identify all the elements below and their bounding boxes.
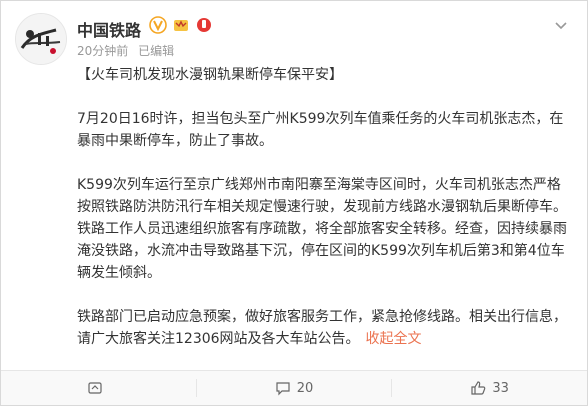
post-meta: 20分钟前 已编辑 xyxy=(77,42,180,59)
post-paragraph-text: 铁路部门已启动应急预案，做好旅客服务工作，紧急抢修线路。相关出行信息，请广大旅客… xyxy=(77,309,567,347)
china-railway-logo xyxy=(16,14,66,64)
like-count: 33 xyxy=(492,380,509,396)
chevron-down-icon[interactable] xyxy=(553,17,569,33)
comment-button[interactable]: 20 xyxy=(197,371,392,405)
post-paragraph: 铁路部门已启动应急预案，做好旅客服务工作，紧急抢修线路。相关出行信息，请广大旅客… xyxy=(77,306,567,350)
thumbs-up-icon xyxy=(471,381,486,395)
post-content: 【火车司机发现水漫钢轨果断停车保平安】 7月20日16时许，担当包头至广州K59… xyxy=(77,64,567,372)
author-badges xyxy=(149,16,213,34)
post-time[interactable]: 20分钟前 xyxy=(77,44,128,58)
vip-crown-icon[interactable] xyxy=(172,16,190,34)
edited-label: 已编辑 xyxy=(138,44,175,58)
repost-icon xyxy=(88,382,102,394)
comment-icon xyxy=(276,382,290,396)
red-badge-icon[interactable] xyxy=(195,16,213,34)
author-name[interactable]: 中国铁路 xyxy=(77,17,141,41)
collapse-link[interactable]: 收起全文 xyxy=(366,331,422,347)
verified-v-icon[interactable] xyxy=(149,16,167,34)
like-button[interactable]: 33 xyxy=(392,371,587,405)
weibo-post-card: 中国铁路 20分钟前 已编辑 【火车司机发现水漫钢轨果断停车保平安】 7月20日… xyxy=(0,0,588,406)
post-title: 【火车司机发现水漫钢轨果断停车保平安】 xyxy=(77,67,343,83)
comment-count: 20 xyxy=(296,380,314,396)
post-action-bar: 20 33 xyxy=(1,370,587,405)
avatar[interactable] xyxy=(15,13,67,65)
post-paragraph: 7月20日16时许，担当包头至广州K599次列车值乘任务的火车司机张志杰，在暴雨… xyxy=(77,111,564,149)
post-paragraph: K599次列车运行至京广线郑州市南阳寨至海棠寺区间时，火车司机张志杰严格按照铁路… xyxy=(77,177,567,281)
repost-button[interactable] xyxy=(1,371,196,405)
